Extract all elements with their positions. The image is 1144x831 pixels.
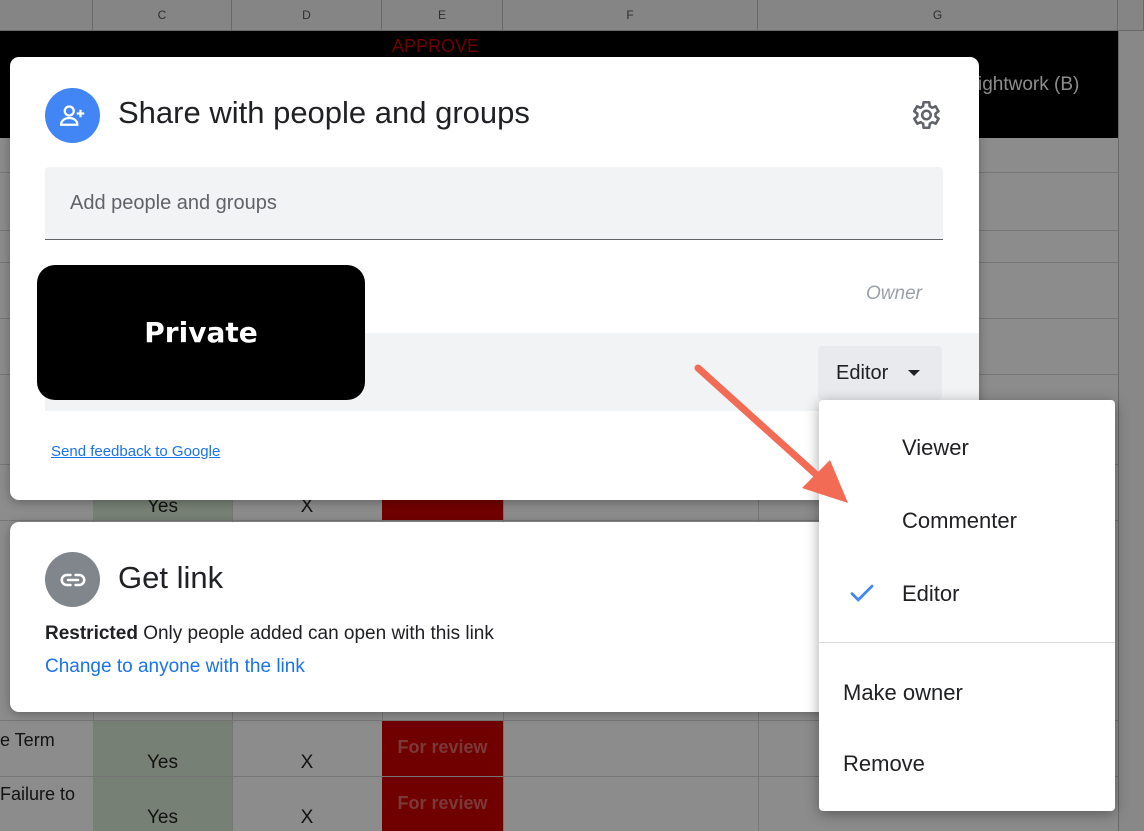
restricted-label: Restricted: [45, 623, 138, 644]
role-dropdown-label: Editor: [836, 361, 889, 384]
menu-item-label: Commenter: [902, 508, 1017, 533]
menu-divider: [819, 642, 1115, 643]
role-menu: Viewer Commenter Editor Make owner Remov…: [819, 400, 1115, 811]
menu-item-editor[interactable]: Editor: [819, 564, 1115, 624]
role-dropdown-button[interactable]: Editor: [818, 346, 942, 400]
link-restriction-text: Restricted Only people added can open wi…: [45, 623, 494, 645]
menu-item-make-owner[interactable]: Make owner: [819, 663, 1115, 723]
dialog-title: Share with people and groups: [118, 95, 530, 130]
menu-item-label: Make owner: [843, 680, 963, 705]
link-icon: [45, 552, 100, 607]
menu-item-remove[interactable]: Remove: [819, 734, 1115, 794]
menu-item-commenter[interactable]: Commenter: [819, 491, 1115, 551]
menu-item-label: Remove: [843, 751, 925, 776]
menu-item-viewer[interactable]: Viewer: [819, 418, 1115, 478]
person-add-icon: [45, 88, 100, 143]
redaction-box: Private: [37, 265, 365, 400]
gear-icon[interactable]: [905, 95, 945, 135]
check-icon: [847, 578, 877, 614]
restricted-description: Only people added can open with this lin…: [143, 623, 494, 644]
add-people-input[interactable]: [45, 167, 943, 240]
menu-item-label: Editor: [902, 581, 960, 606]
menu-item-label: Viewer: [902, 435, 969, 460]
get-link-title: Get link: [118, 560, 224, 595]
change-link-access-button[interactable]: Change to anyone with the link: [45, 656, 305, 678]
send-feedback-link[interactable]: Send feedback to Google: [51, 443, 220, 460]
owner-role-label: Owner: [866, 283, 922, 304]
caret-down-icon: [908, 370, 921, 376]
